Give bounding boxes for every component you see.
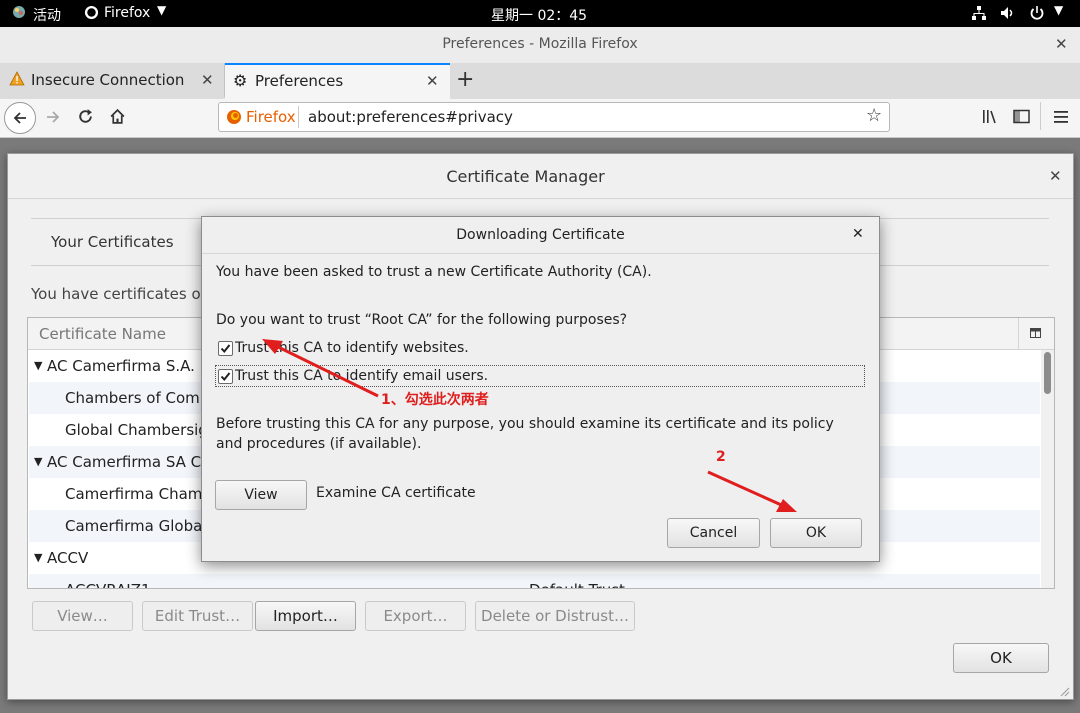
annotation-arrow-2: [707, 470, 789, 510]
annotation-note-2: 2: [716, 449, 726, 465]
annotation-arrow-1: [269, 341, 379, 398]
annotation-arrows: [262, 339, 797, 512]
annotation-note-1: 1、勾选此次两者: [381, 392, 489, 408]
